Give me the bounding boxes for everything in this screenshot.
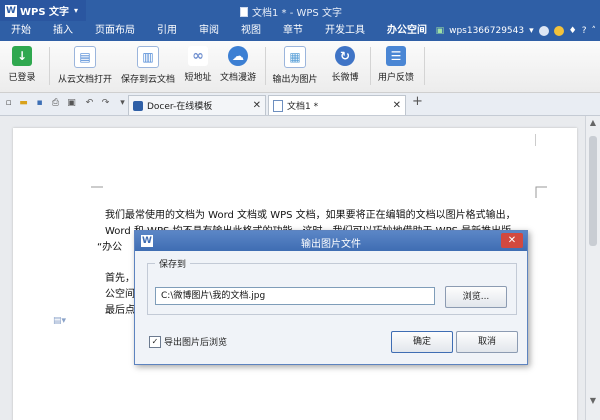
ribbon-divider — [370, 47, 371, 85]
menu-section[interactable]: 章节 — [272, 21, 314, 41]
browse-button[interactable]: 浏览... — [445, 286, 507, 308]
open-folder-icon[interactable]: ▬ — [18, 98, 29, 109]
logged-in-button[interactable]: ↓ 已登录 — [4, 41, 40, 91]
menu-review[interactable]: 审阅 — [188, 21, 230, 41]
title-bar: W WPS 文字 ▾ 文档1 * - WPS 文字 — [0, 0, 600, 21]
vertical-scrollbar[interactable]: ▲ ▼ — [585, 116, 600, 420]
long-weibo-button[interactable]: ↻ 长微博 — [325, 41, 365, 91]
user-feedback-button[interactable]: ☰ 用户反馈 — [375, 41, 417, 91]
document-line: 首先， — [105, 273, 135, 284]
tab-label: 文档1 * — [287, 102, 319, 112]
undo-icon[interactable]: ↶ — [84, 98, 95, 109]
menu-office-space[interactable]: 办公空间 — [376, 21, 438, 41]
account-name[interactable]: wps1366729543 — [449, 26, 524, 36]
app-name: WPS 文字 — [20, 7, 70, 18]
cloud-open-icon: ▤ — [74, 46, 96, 68]
skin-icon[interactable] — [538, 26, 549, 36]
print-icon[interactable]: ⎙ — [50, 98, 61, 109]
dialog-title: 输出图片文件 — [301, 239, 361, 250]
help-icon[interactable]: ? — [582, 26, 587, 36]
weibo-icon: ↻ — [335, 46, 355, 66]
chevron-down-icon: ▾ — [74, 6, 79, 15]
user-icon: ▣ — [435, 26, 445, 36]
account-area: ▣ wps1366729543 ▾ ♦ ? ˄ — [436, 21, 596, 41]
close-icon[interactable]: ✕ — [501, 233, 523, 248]
chevron-down-icon[interactable]: ▾ — [529, 26, 534, 36]
file-path-input[interactable]: C:\微博图片\我的文档.jpg — [155, 287, 435, 305]
paragraph-options-icon[interactable]: ▤▾ — [53, 316, 66, 326]
corner-mark-top-right — [535, 134, 536, 146]
open-from-cloud-button[interactable]: ▤ 从云文档打开 — [56, 41, 114, 91]
ribbon-divider — [424, 47, 425, 85]
ribbon: ↓ 已登录 ▤ 从云文档打开 ▥ 保存到云文档 ∞ 短地址 ☁ 文档漫游 ▦ 输… — [0, 41, 600, 93]
ribbon-divider — [265, 47, 266, 85]
redo-icon[interactable]: ↷ — [100, 98, 111, 109]
doc-roaming-button[interactable]: ☁ 文档漫游 — [218, 41, 258, 91]
shirt-icon[interactable]: ♦ — [569, 26, 577, 36]
new-tab-icon[interactable]: + — [412, 95, 423, 108]
menu-layout[interactable]: 页面布局 — [84, 21, 146, 41]
menu-home[interactable]: 开始 — [0, 21, 42, 41]
menu-insert[interactable]: 插入 — [42, 21, 84, 41]
feedback-icon: ☰ — [386, 46, 406, 66]
menu-developer[interactable]: 开发工具 — [314, 21, 376, 41]
corner-mark-body-left — [91, 186, 103, 188]
cancel-button[interactable]: 取消 — [456, 331, 518, 353]
document-tab-bar: ▫ ▬ ▪ ⎙ ▣ ↶ ↷ ▾ Docer-在线模板 ✕ 文档1 * ✕ + — [0, 93, 600, 116]
document-icon — [240, 6, 248, 17]
menu-references[interactable]: 引用 — [146, 21, 188, 41]
save-location-label: 保存到 — [155, 257, 191, 270]
collapse-ribbon-icon[interactable]: ˄ — [592, 26, 597, 36]
scroll-thumb[interactable] — [589, 136, 597, 246]
scroll-down-icon[interactable]: ▼ — [588, 396, 598, 406]
ok-button[interactable]: 确定 — [391, 331, 453, 353]
corner-mark-top-left — [91, 134, 103, 146]
document-line: 最后点 — [105, 305, 135, 316]
tab-document[interactable]: 文档1 * ✕ — [268, 95, 406, 115]
save-to-cloud-button[interactable]: ▥ 保存到云文档 — [119, 41, 177, 91]
cloud-icon: ☁ — [228, 46, 248, 66]
export-image-icon: ▦ — [284, 46, 306, 68]
print-preview-icon[interactable]: ▣ — [66, 98, 77, 109]
notification-icon[interactable] — [553, 26, 564, 36]
window-title: 文档1 * - WPS 文字 — [240, 4, 342, 19]
export-image-button[interactable]: ▦ 输出为图片 — [270, 41, 320, 91]
preview-after-export-checkbox[interactable]: ✓ — [149, 336, 161, 348]
ribbon-divider — [49, 47, 50, 85]
corner-mark-body-right — [535, 186, 547, 198]
new-document-icon[interactable]: ▫ — [3, 98, 14, 109]
docer-icon — [133, 100, 143, 111]
app-menu-button[interactable]: W WPS 文字 ▾ — [0, 0, 86, 21]
document-line: 公空间 — [105, 289, 135, 300]
cloud-save-icon: ▥ — [137, 46, 159, 68]
account-icon: ↓ — [12, 46, 32, 66]
tab-docer[interactable]: Docer-在线模板 ✕ — [128, 95, 266, 115]
short-url-button[interactable]: ∞ 短地址 — [182, 41, 214, 91]
menu-view[interactable]: 视图 — [230, 21, 272, 41]
close-icon[interactable]: ✕ — [253, 100, 261, 111]
document-line: 我们最常使用的文档为 Word 文档或 WPS 文档，如果要将正在编辑的文档以图… — [105, 210, 516, 221]
chevron-down-icon[interactable]: ▾ — [117, 98, 128, 109]
save-icon[interactable]: ▪ — [34, 98, 45, 109]
checkbox-label: 导出图片后浏览 — [164, 338, 228, 348]
link-icon: ∞ — [188, 46, 208, 66]
dialog-title-bar[interactable]: W 输出图片文件 ✕ — [135, 231, 527, 251]
export-image-dialog: W 输出图片文件 ✕ 保存到 C:\微博图片\我的文档.jpg 浏览... ✓ … — [134, 230, 528, 365]
document-line: “办公 — [97, 242, 123, 253]
window-title-text: 文档1 * - WPS 文字 — [252, 8, 342, 19]
wps-logo-icon: W — [5, 4, 17, 17]
document-icon — [273, 99, 283, 112]
close-icon[interactable]: ✕ — [393, 100, 401, 111]
scroll-up-icon[interactable]: ▲ — [588, 118, 598, 128]
tab-label: Docer-在线模板 — [147, 102, 213, 112]
